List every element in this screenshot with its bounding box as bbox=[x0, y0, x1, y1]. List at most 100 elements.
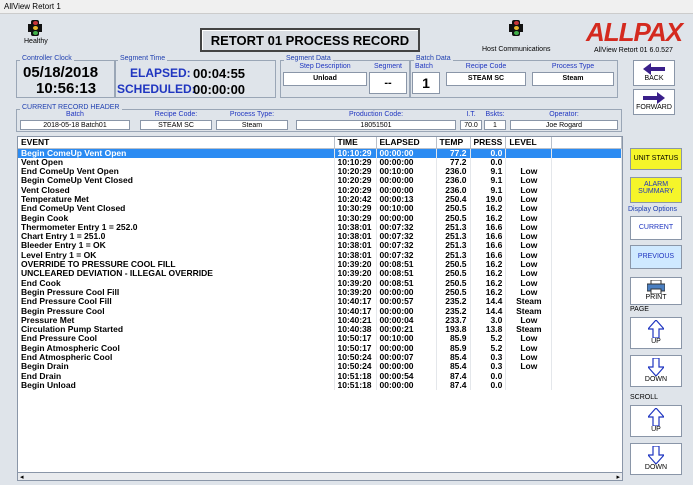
alarm-summary-line1: ALARM bbox=[643, 181, 669, 188]
arrow-right-icon bbox=[643, 92, 665, 104]
arrow-up-icon bbox=[648, 408, 664, 426]
column-header-time[interactable]: TIME bbox=[334, 137, 377, 149]
column-header-press[interactable]: PRESS bbox=[470, 137, 507, 149]
batch-value: 1 bbox=[412, 72, 440, 94]
cell-blank bbox=[551, 278, 622, 288]
host-communications-label: Host Communications bbox=[482, 46, 551, 53]
cell-event: Begin Unload bbox=[18, 380, 335, 391]
table-row[interactable]: Begin Unload 10:51:18 00:00:00 87.4 0.0 bbox=[18, 380, 622, 391]
window-title: AllView Retort 1 bbox=[4, 2, 61, 11]
forward-label: FORWARD bbox=[636, 104, 672, 111]
alarm-summary-line2: SUMMARY bbox=[638, 188, 674, 195]
scroll-right-icon[interactable]: ▸ bbox=[616, 473, 620, 481]
cell-blank bbox=[551, 185, 622, 195]
app-version: AllView Retort 01 6.0.527 bbox=[594, 47, 673, 54]
forward-button[interactable]: FORWARD bbox=[633, 89, 675, 115]
back-label: BACK bbox=[644, 75, 664, 82]
cr-bskts-label: Bskts: bbox=[485, 111, 505, 118]
cell-temp: 87.4 bbox=[436, 380, 471, 391]
cr-process-label: Process Type: bbox=[229, 111, 275, 118]
cell-blank bbox=[551, 176, 622, 186]
cell-level bbox=[505, 148, 553, 158]
cell-blank bbox=[551, 241, 622, 251]
column-header-blank bbox=[551, 137, 622, 149]
print-button[interactable]: PRINT bbox=[630, 277, 682, 305]
scroll-up-label: UP bbox=[651, 426, 661, 433]
cell-blank bbox=[551, 250, 622, 261]
controller-clock-legend: Controller Clock bbox=[20, 55, 74, 62]
back-button[interactable]: BACK bbox=[633, 60, 675, 86]
page-down-button[interactable]: DOWN bbox=[630, 355, 682, 387]
cell-blank bbox=[551, 380, 622, 391]
cr-recipe-value: STEAM SC bbox=[140, 120, 212, 130]
cr-batch-label: Batch bbox=[66, 111, 84, 118]
column-header-event[interactable]: EVENT bbox=[18, 137, 335, 149]
scroll-group-label: SCROLL bbox=[630, 394, 659, 401]
scheduled-value: 00:00:00 bbox=[193, 82, 246, 97]
cr-batch-value: 2018-05-18 Batch01 bbox=[20, 120, 130, 130]
column-header-elapsed[interactable]: ELAPSED bbox=[376, 137, 437, 149]
current-button[interactable]: CURRENT bbox=[630, 216, 682, 240]
cell-blank bbox=[551, 287, 622, 298]
cell-event: UNCLEARED DEVIATION - ILLEGAL OVERRIDE bbox=[18, 269, 335, 279]
step-description-label: Step Description bbox=[299, 63, 351, 70]
cell-blank bbox=[551, 148, 622, 158]
clock-time: 10:56:13 bbox=[36, 80, 97, 97]
cr-recipe-label: Recipe Code: bbox=[154, 111, 198, 118]
cell-blank bbox=[551, 213, 622, 223]
cr-production-value: 18051501 bbox=[296, 120, 456, 130]
scroll-down-button[interactable]: DOWN bbox=[630, 443, 682, 475]
recipe-code-label: Recipe Code bbox=[465, 63, 507, 70]
previous-button[interactable]: PREVIOUS bbox=[630, 245, 682, 269]
cell-blank bbox=[551, 167, 622, 177]
cr-it-label: I.T. bbox=[466, 111, 476, 118]
cell-blank bbox=[551, 306, 622, 316]
display-options-label: Display Options bbox=[628, 206, 678, 213]
unit-status-button[interactable]: UNIT STATUS bbox=[630, 148, 682, 170]
cell-level bbox=[505, 380, 553, 391]
arrow-down-icon bbox=[648, 446, 664, 464]
allpax-logo: ALLPAX bbox=[586, 17, 683, 47]
window-titlebar: AllView Retort 1 bbox=[0, 0, 693, 14]
cell-blank bbox=[551, 334, 622, 344]
cell-time: 10:51:18 bbox=[334, 380, 377, 391]
healthy-status-light-icon bbox=[28, 20, 42, 36]
table-row[interactable]: End Drain 10:51:18 00:00:54 87.4 0.0 bbox=[18, 371, 622, 381]
page-group-label: PAGE bbox=[630, 306, 649, 313]
horizontal-scrollbar[interactable]: ◂ ▸ bbox=[17, 472, 623, 481]
column-header-level[interactable]: LEVEL bbox=[505, 137, 553, 149]
cell-blank bbox=[551, 362, 622, 372]
cell-blank bbox=[551, 157, 622, 168]
recipe-code-value: STEAM SC bbox=[446, 72, 526, 86]
cell-event: Begin ComeUp Vent Open bbox=[18, 148, 335, 158]
cell-elapsed: 00:00:00 bbox=[376, 380, 437, 391]
cell-blank bbox=[551, 353, 622, 363]
current-record-legend: CURRENT RECORD HEADER bbox=[20, 104, 122, 111]
cell-blank bbox=[551, 222, 622, 233]
scroll-up-button[interactable]: UP bbox=[630, 405, 682, 437]
cell-event: Begin Drain bbox=[18, 362, 335, 372]
cr-operator-value: Joe Rogard bbox=[510, 120, 618, 130]
event-table[interactable]: EVENT TIME ELAPSED TEMP PRESS LEVEL Begi… bbox=[17, 136, 623, 476]
arrow-down-icon bbox=[648, 358, 664, 376]
scroll-left-icon[interactable]: ◂ bbox=[20, 473, 24, 481]
table-row[interactable]: Begin Drain 10:50:24 00:00:00 85.4 0.3 Low bbox=[18, 362, 622, 372]
cell-press: 0.0 bbox=[470, 380, 507, 391]
column-header-temp[interactable]: TEMP bbox=[436, 137, 471, 149]
process-type-value: Steam bbox=[532, 72, 614, 86]
cell-blank bbox=[551, 194, 622, 205]
cell-blank bbox=[551, 232, 622, 242]
cell-blank bbox=[551, 204, 622, 214]
process-type-label: Process Type bbox=[551, 63, 595, 70]
cell-blank bbox=[551, 371, 622, 381]
printer-icon bbox=[647, 280, 665, 294]
cell-blank bbox=[551, 315, 622, 326]
cell-blank bbox=[551, 343, 622, 354]
arrow-left-icon bbox=[643, 63, 665, 75]
table-row[interactable]: Begin ComeUp Vent Open 10:10:29 00:00:00 77… bbox=[18, 148, 622, 158]
alarm-summary-button[interactable]: ALARM SUMMARY bbox=[630, 177, 682, 203]
page-title: RETORT 01 PROCESS RECORD bbox=[200, 28, 420, 52]
page-up-button[interactable]: UP bbox=[630, 317, 682, 349]
cell-blank bbox=[551, 269, 622, 279]
cr-bskts-value: 1 bbox=[484, 120, 506, 130]
